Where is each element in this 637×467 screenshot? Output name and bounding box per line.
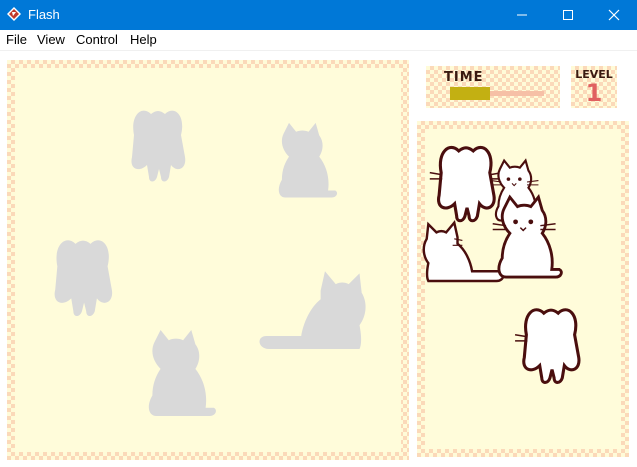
menu-help[interactable]: Help — [130, 32, 157, 48]
puzzle-board-surface — [15, 68, 401, 452]
menu-bar: File View Control Help — [0, 30, 637, 51]
cat-silhouette-slot[interactable] — [273, 119, 338, 205]
cat-silhouette-slot[interactable] — [137, 329, 221, 418]
game-stage: TIME LEVEL 1 — [0, 51, 637, 467]
cat-silhouette-slot[interactable] — [258, 268, 366, 350]
maximize-icon — [563, 10, 573, 20]
minimize-icon — [517, 14, 527, 16]
flash-player-icon — [6, 6, 22, 22]
minimize-button[interactable] — [499, 0, 545, 30]
level-number: 1 — [585, 79, 603, 107]
cat-silhouette-slot[interactable] — [52, 235, 114, 319]
menu-file[interactable]: File — [6, 32, 27, 48]
puzzle-board — [7, 60, 409, 460]
window-title: Flash — [28, 7, 60, 22]
window-titlebar[interactable]: Flash — [0, 0, 637, 30]
time-label: TIME — [444, 70, 484, 85]
close-button[interactable] — [591, 0, 637, 30]
cat-silhouette-slot[interactable] — [118, 107, 198, 183]
close-icon — [608, 9, 620, 21]
cat-piece[interactable] — [514, 306, 588, 384]
menu-view[interactable]: View — [37, 32, 65, 48]
timer-panel: TIME — [426, 66, 560, 108]
level-panel: LEVEL 1 — [571, 66, 617, 108]
time-bar-fill — [450, 87, 490, 100]
cat-piece[interactable] — [486, 195, 568, 279]
menu-control[interactable]: Control — [76, 32, 118, 48]
maximize-button[interactable] — [545, 0, 591, 30]
